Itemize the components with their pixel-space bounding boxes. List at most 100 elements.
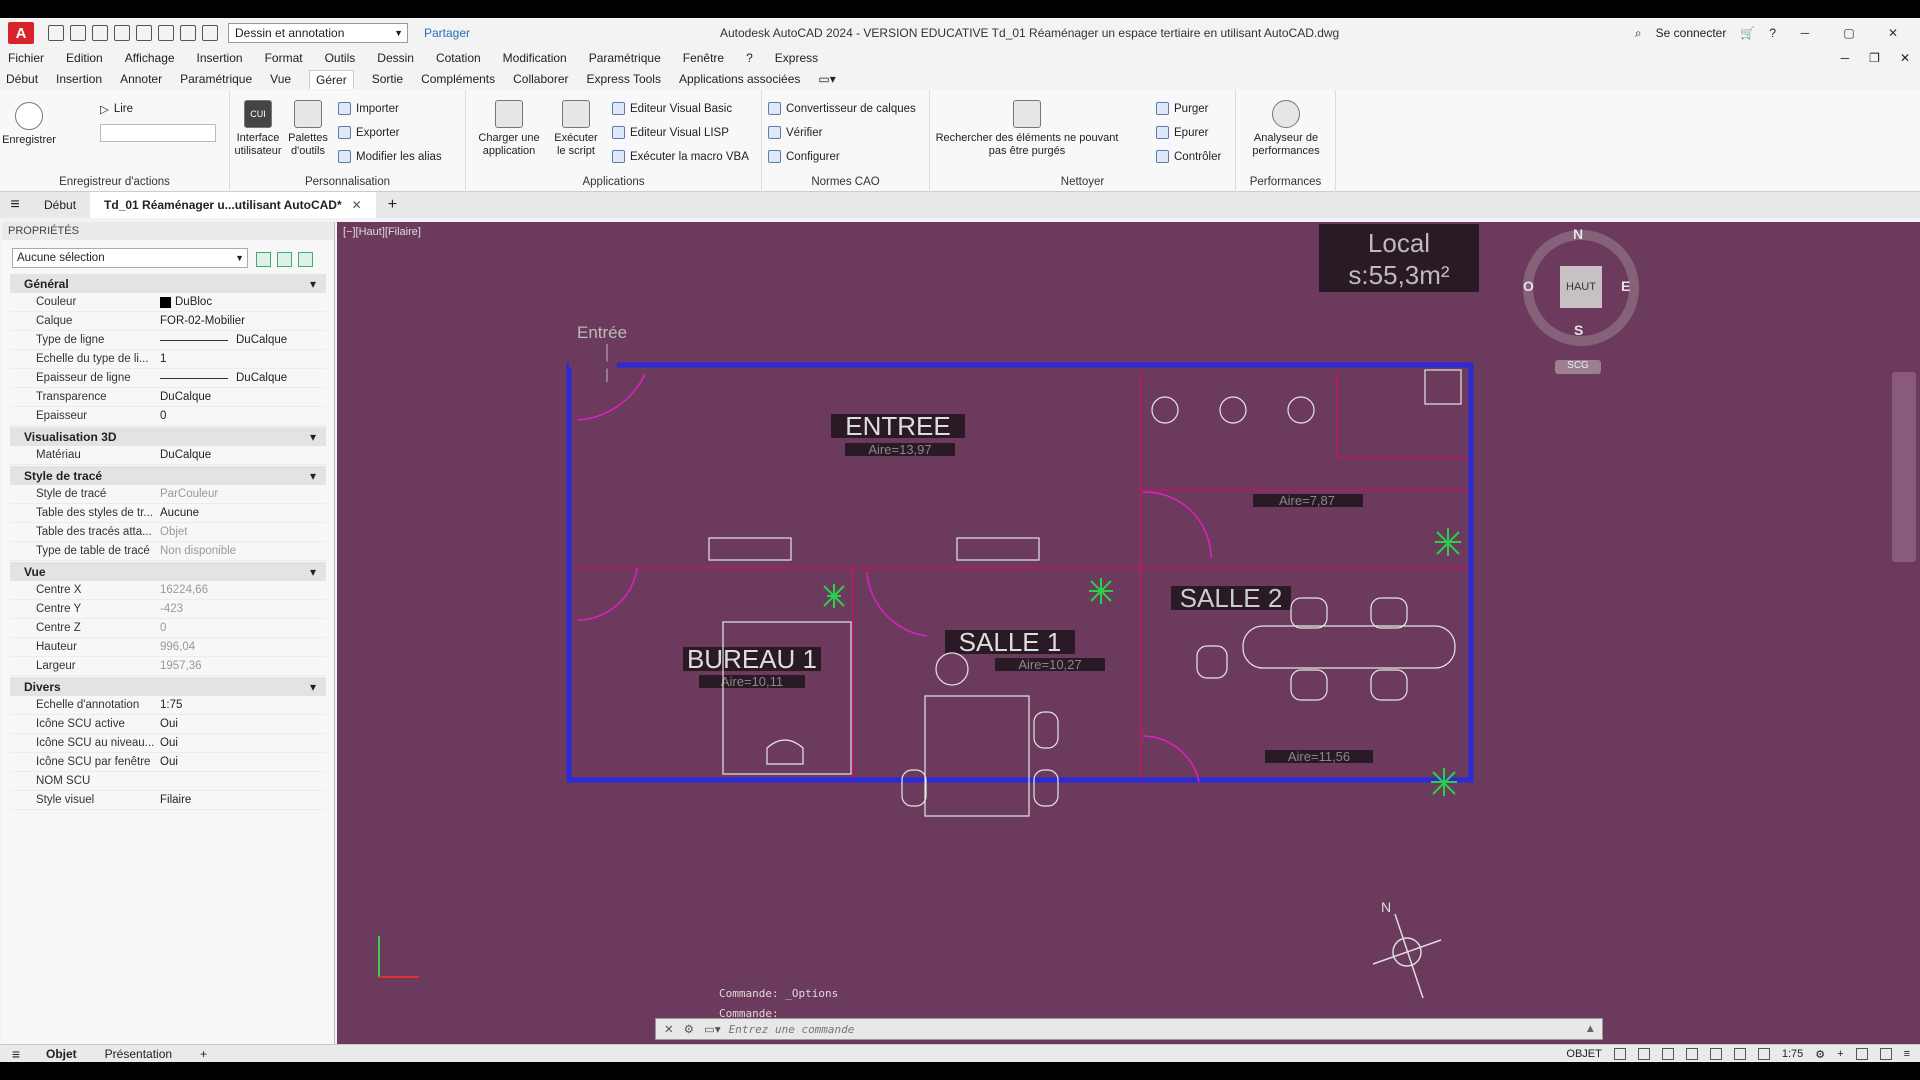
undo-icon[interactable] bbox=[180, 25, 196, 41]
property-row[interactable]: Calque FOR-02-Mobilier bbox=[10, 312, 326, 331]
property-row[interactable]: NOM SCU bbox=[10, 772, 326, 791]
menu-item[interactable]: Outils bbox=[325, 51, 356, 65]
plot-icon[interactable] bbox=[158, 25, 174, 41]
ribbon-tab[interactable]: Applications associées bbox=[679, 72, 800, 86]
tab-layout[interactable]: Présentation bbox=[91, 1047, 186, 1061]
lineweight-icon[interactable] bbox=[1733, 1048, 1746, 1060]
customize-menu-icon[interactable]: ≡ bbox=[1904, 1048, 1910, 1060]
ribbon-tab[interactable]: Paramétrique bbox=[180, 72, 252, 86]
import-button[interactable]: Importer bbox=[338, 102, 399, 115]
chevron-up-icon[interactable]: ▲ bbox=[1579, 1023, 1602, 1035]
check-standards-button[interactable]: Vérifier bbox=[768, 126, 822, 139]
property-row[interactable]: Couleur DuBloc bbox=[10, 293, 326, 312]
property-value[interactable]: DuCalque bbox=[160, 449, 326, 461]
tab-model[interactable]: Objet bbox=[32, 1047, 91, 1061]
collapse-icon[interactable]: ▾ bbox=[310, 680, 316, 694]
gear-icon[interactable]: ⚙ bbox=[1815, 1048, 1825, 1061]
property-section[interactable]: Visualisation 3D ▾ bbox=[10, 427, 326, 446]
ortho-icon[interactable] bbox=[1661, 1048, 1674, 1060]
redo-icon[interactable] bbox=[202, 25, 218, 41]
property-row[interactable]: Hauteur 996,04 bbox=[10, 638, 326, 657]
property-section[interactable]: Divers ▾ bbox=[10, 677, 326, 696]
ribbon-tab[interactable]: Insertion bbox=[56, 72, 102, 86]
property-row[interactable]: Echelle du type de li... 1 bbox=[10, 350, 326, 369]
property-section[interactable]: Général ▾ bbox=[10, 274, 326, 293]
property-row[interactable]: Echelle d'annotation 1:75 bbox=[10, 696, 326, 715]
selection-dropdown[interactable]: Aucune sélection ▼ bbox=[12, 248, 248, 268]
navigation-bar[interactable] bbox=[1892, 372, 1916, 562]
viewcube-top-face[interactable]: HAUT bbox=[1560, 266, 1602, 308]
property-row[interactable]: Table des tracés atta... Objet bbox=[10, 523, 326, 542]
menu-item[interactable]: Affichage bbox=[125, 51, 175, 65]
property-value[interactable]: 16224,66 bbox=[160, 584, 326, 596]
menu-item[interactable]: Fenêtre bbox=[683, 51, 724, 65]
ribbon-tab[interactable]: Sortie bbox=[372, 72, 403, 86]
property-value[interactable]: -423 bbox=[160, 603, 326, 615]
menu-item[interactable]: Insertion bbox=[197, 51, 243, 65]
grid-icon[interactable] bbox=[1613, 1048, 1626, 1060]
run-vba-macro-button[interactable]: Exécuter la macro VBA bbox=[612, 150, 749, 163]
property-value[interactable]: FOR-02-Mobilier bbox=[160, 315, 326, 327]
search-icon[interactable]: ⌕ bbox=[1635, 26, 1642, 41]
menu-item[interactable]: Cotation bbox=[436, 51, 481, 65]
command-input[interactable] bbox=[728, 1022, 1579, 1036]
select-objects-icon[interactable] bbox=[277, 252, 292, 267]
collapse-icon[interactable]: ▾ bbox=[310, 430, 316, 444]
annotation-visibility-icon[interactable] bbox=[1757, 1048, 1770, 1060]
overkill-button[interactable]: Epurer bbox=[1156, 126, 1209, 139]
property-value[interactable]: 1 bbox=[160, 353, 326, 365]
model-space-toggle[interactable]: OBJET bbox=[1566, 1048, 1601, 1060]
plus-icon[interactable]: + bbox=[1837, 1048, 1843, 1060]
ribbon-tab[interactable]: Annoter bbox=[120, 72, 162, 86]
ribbon-tab[interactable]: Vue bbox=[270, 72, 291, 86]
doc-close-button[interactable]: ✕ bbox=[1900, 51, 1910, 65]
recent-commands-icon[interactable]: ▭▾ bbox=[704, 1022, 721, 1036]
macro-select[interactable] bbox=[100, 124, 216, 142]
property-row[interactable]: Style visuel Filaire bbox=[10, 791, 326, 810]
load-application-button[interactable]: Charger une application bbox=[470, 100, 548, 158]
compass-south[interactable]: S bbox=[1574, 322, 1583, 338]
collapse-icon[interactable]: ▾ bbox=[310, 277, 316, 291]
close-window-button[interactable]: ✕ bbox=[1878, 26, 1908, 40]
ribbon-tab[interactable]: Collaborer bbox=[513, 72, 568, 86]
open-file-icon[interactable] bbox=[70, 25, 86, 41]
ribbon-overflow-icon[interactable]: ▭▾ bbox=[818, 72, 835, 86]
ucs-menu[interactable]: SCG bbox=[1555, 360, 1601, 374]
close-icon[interactable]: ✕ bbox=[664, 1022, 674, 1036]
menu-item[interactable]: ? bbox=[746, 51, 753, 65]
property-row[interactable]: Centre Y -423 bbox=[10, 600, 326, 619]
property-row[interactable]: Largeur 1957,36 bbox=[10, 657, 326, 676]
ribbon-tab[interactable]: Express Tools bbox=[586, 72, 660, 86]
osnap-icon[interactable] bbox=[1709, 1048, 1722, 1060]
compass-north[interactable]: N bbox=[1573, 226, 1583, 242]
panel-title[interactable]: Enregistreur d'actions bbox=[0, 176, 229, 188]
property-value[interactable]: Aucune bbox=[160, 507, 326, 519]
property-value[interactable]: 1957,36 bbox=[160, 660, 326, 672]
property-value[interactable]: 0 bbox=[160, 622, 326, 634]
lisp-editor-button[interactable]: Editeur Visual LISP bbox=[612, 126, 729, 139]
property-value[interactable]: ParCouleur bbox=[160, 488, 326, 500]
property-row[interactable]: Epaisseur 0 bbox=[10, 407, 326, 426]
property-row[interactable]: Centre X 16224,66 bbox=[10, 581, 326, 600]
polar-icon[interactable] bbox=[1685, 1048, 1698, 1060]
tab-start[interactable]: Début bbox=[30, 192, 90, 218]
cart-icon[interactable]: 🛒 bbox=[1740, 26, 1755, 40]
property-value[interactable]: Non disponible bbox=[160, 545, 326, 557]
fullscreen-icon[interactable] bbox=[1879, 1048, 1892, 1060]
toggle-pickadd-icon[interactable] bbox=[256, 252, 271, 267]
menu-icon[interactable]: ≡ bbox=[0, 196, 30, 214]
customize-icon[interactable]: ⚙ bbox=[684, 1022, 694, 1036]
maximize-button[interactable]: ▢ bbox=[1834, 26, 1864, 40]
menu-item[interactable]: Express bbox=[775, 51, 818, 65]
new-file-icon[interactable] bbox=[48, 25, 64, 41]
ribbon-tab[interactable]: Compléments bbox=[421, 72, 495, 86]
save-as-icon[interactable] bbox=[114, 25, 130, 41]
tab-active-drawing[interactable]: Td_01 Réaménager u...utilisant AutoCAD* … bbox=[90, 192, 376, 218]
viewcube[interactable]: HAUT N S E O bbox=[1523, 226, 1639, 346]
property-value[interactable]: Filaire bbox=[160, 794, 326, 806]
autocad-logo-icon[interactable]: A bbox=[8, 22, 34, 44]
layer-translator-button[interactable]: Convertisseur de calques bbox=[768, 102, 916, 115]
property-section[interactable]: Vue ▾ bbox=[10, 562, 326, 581]
property-row[interactable]: Matériau DuCalque bbox=[10, 446, 326, 465]
find-non-purgeable-button[interactable]: Rechercher des éléments ne pouvant pas ê… bbox=[932, 100, 1122, 158]
